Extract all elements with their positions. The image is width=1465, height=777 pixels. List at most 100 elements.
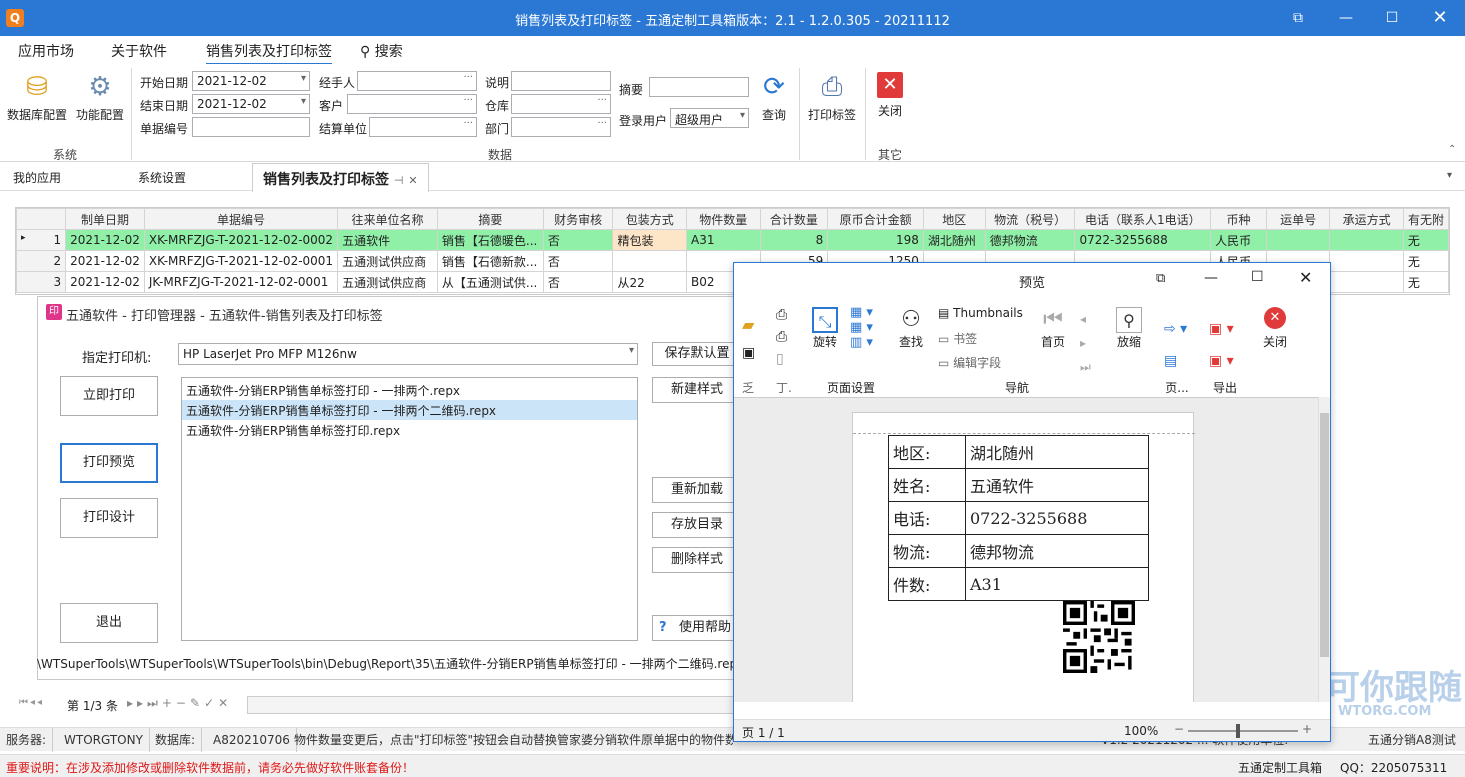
tab-my-apps[interactable]: 我的应用 [13,169,61,186]
zoom-in-icon[interactable]: + [1302,722,1312,736]
print-icon[interactable]: ⎙ [776,307,787,323]
db-config-button[interactable]: ⛁ 数据库配置 [6,72,68,123]
print-preview-button[interactable]: 打印预览 [60,443,158,483]
restore-layout-icon[interactable]: ⧉ [1288,8,1308,28]
exit-button[interactable]: 退出 [60,603,158,643]
cell-pack[interactable] [612,250,688,272]
cell-attach[interactable]: 无 [1402,271,1449,293]
grid-header[interactable]: 财务审核 [542,208,614,230]
zoom-out-icon[interactable]: − [1174,722,1184,736]
cell-logistics[interactable]: 德邦物流 [984,229,1076,251]
desc-input[interactable] [511,71,611,91]
delete-style-button[interactable]: 删除样式 [652,547,742,573]
preview-maximize-button[interactable]: ☐ [1251,269,1264,285]
grid-header[interactable]: 单据编号 [143,208,339,230]
cell-summary[interactable]: 销售【石德暖色... [436,229,544,251]
cell-region[interactable]: 湖北随州 [922,229,986,251]
print-design-button[interactable]: 打印设计 [60,498,158,538]
grid-header[interactable]: 币种 [1210,208,1267,230]
reload-button[interactable]: 重新加载 [652,477,742,503]
scroll-thumb[interactable] [1320,413,1329,657]
export-icons[interactable]: ▣ ▾ ▣ ▾ [1209,313,1234,377]
print-now-button[interactable]: 立即打印 [60,376,158,416]
preview-vertical-scrollbar[interactable] [1318,397,1330,702]
menu-sales-list[interactable]: 销售列表及打印标签 [206,41,332,65]
cell-summary[interactable]: 从【五通测试供... [436,271,544,293]
cell-phone[interactable]: 0722-3255688 [1074,229,1212,251]
cell-unit[interactable]: 五通测试供应商 [337,271,438,293]
minimize-button[interactable]: — [1336,8,1356,28]
cell-carrier[interactable] [1329,271,1404,293]
table-row[interactable]: ▸ 1 2021-12-02 XK-MRFZJG-T-2021-12-02-000… [16,229,1449,251]
grid-header[interactable]: 往来单位名称 [337,208,438,230]
quick-print-icon[interactable]: ⎙ [776,329,787,345]
page-icon[interactable]: ▯ [776,351,784,367]
tab-sales-list[interactable]: 销售列表及打印标签 ⊣ ✕ [252,163,429,192]
cell-pack[interactable]: 精包装 [612,229,688,251]
preview-close-button[interactable]: ✕ 关闭 [1260,307,1290,350]
func-config-button[interactable]: ⚙ 功能配置 [74,72,126,123]
help-button[interactable]: ? 使用帮助 [652,615,742,641]
open-folder-icon[interactable]: ▰ [742,315,754,334]
cell-doc-no[interactable]: XK-MRFZJG-T-2021-12-02-0001 [143,250,339,272]
zoom-slider[interactable] [1188,730,1298,732]
grid-header[interactable]: 有无附 [1402,208,1449,230]
ribbon-close-button[interactable]: ✕ 关闭 [872,72,908,119]
grid-header[interactable]: 摘要 [436,208,544,230]
bookmark-button[interactable]: ▭ 书签 [938,330,977,347]
thumbnails-button[interactable]: ▤ Thumbnails [938,306,1023,320]
cell-date[interactable]: 2021-12-02 [65,271,145,293]
pin-icon[interactable]: ⊣ [394,174,404,187]
grid-header[interactable]: 地区 [922,208,986,230]
cell-attach[interactable]: 无 [1402,229,1449,251]
handler-input[interactable] [357,71,477,91]
cell-carrier[interactable] [1329,250,1404,272]
first-page-button[interactable]: ⏮ 首页 [1036,307,1070,350]
page-nav-icons[interactable]: ◂ ▸ ⏭ [1080,307,1091,379]
cell-unit[interactable]: 五通测试供应商 [337,250,438,272]
save-default-button[interactable]: 保存默认置 [652,342,742,366]
cell-total-qty[interactable]: 8 [759,229,829,251]
cell-audit[interactable]: 否 [542,250,614,272]
cell-doc-no[interactable]: XK-MRFZJG-T-2021-12-02-0002 [143,229,339,251]
doc-no-input[interactable] [192,117,310,137]
grid-header[interactable]: 物件数量 [686,208,761,230]
preview-restore-icon[interactable]: ⧉ [1156,271,1165,286]
printer-select[interactable]: HP LaserJet Pro MFP M126nw [178,343,638,365]
grid-header[interactable]: 制单日期 [65,208,145,230]
menu-search[interactable]: ⚲ 搜索 [360,41,403,61]
cell-waybill[interactable] [1265,229,1331,251]
print-label-button[interactable]: ⎙ 打印标签 [805,72,859,123]
cell-unit[interactable]: 五通软件 [337,229,438,251]
cell-item-qty[interactable]: A31 [686,229,761,251]
grid-header[interactable]: 物流（税号） [984,208,1076,230]
menu-app-market[interactable]: 应用市场 [18,41,74,61]
save-dir-button[interactable]: 存放目录 [652,512,742,538]
close-window-button[interactable]: ✕ [1430,8,1450,28]
dept-input[interactable] [511,117,611,137]
collapse-ribbon-icon[interactable]: ⌃ [1448,144,1456,155]
new-style-button[interactable]: 新建样式 [652,377,742,403]
grid-header[interactable]: 包装方式 [612,208,688,230]
start-date-picker[interactable]: 2021-12-02 [192,71,310,91]
summary-input[interactable] [649,77,749,97]
horizontal-scrollbar[interactable] [247,696,735,714]
cell-pack[interactable]: 从22 [612,271,688,293]
list-item[interactable]: 五通软件-分销ERP销售单标签打印 - 一排两个二维码.repx [182,400,637,420]
cell-summary[interactable]: 销售【石德新款... [436,250,544,272]
grid-header[interactable]: 合计数量 [759,208,829,230]
cell-carrier[interactable] [1329,229,1404,251]
end-date-picker[interactable]: 2021-12-02 [192,94,310,114]
grid-header[interactable]: 原币合计金额 [827,208,924,230]
save-icon[interactable]: ▣ [742,345,755,361]
customer-input[interactable] [347,94,477,114]
cell-date[interactable]: 2021-12-02 [65,229,145,251]
cell-audit[interactable]: 否 [542,271,614,293]
rotate-button[interactable]: ⤡ 旋转 [810,307,840,350]
cell-date[interactable]: 2021-12-02 [65,250,145,272]
edit-field-button[interactable]: ▭ 编辑字段 [938,354,1001,371]
nav-edit-icons[interactable]: ▸▸⏭+−✎✓✕ [127,696,232,711]
cell-audit[interactable]: 否 [542,229,614,251]
cell-currency[interactable]: 人民币 [1210,229,1267,251]
tabs-dropdown-icon[interactable]: ▾ [1447,170,1452,181]
